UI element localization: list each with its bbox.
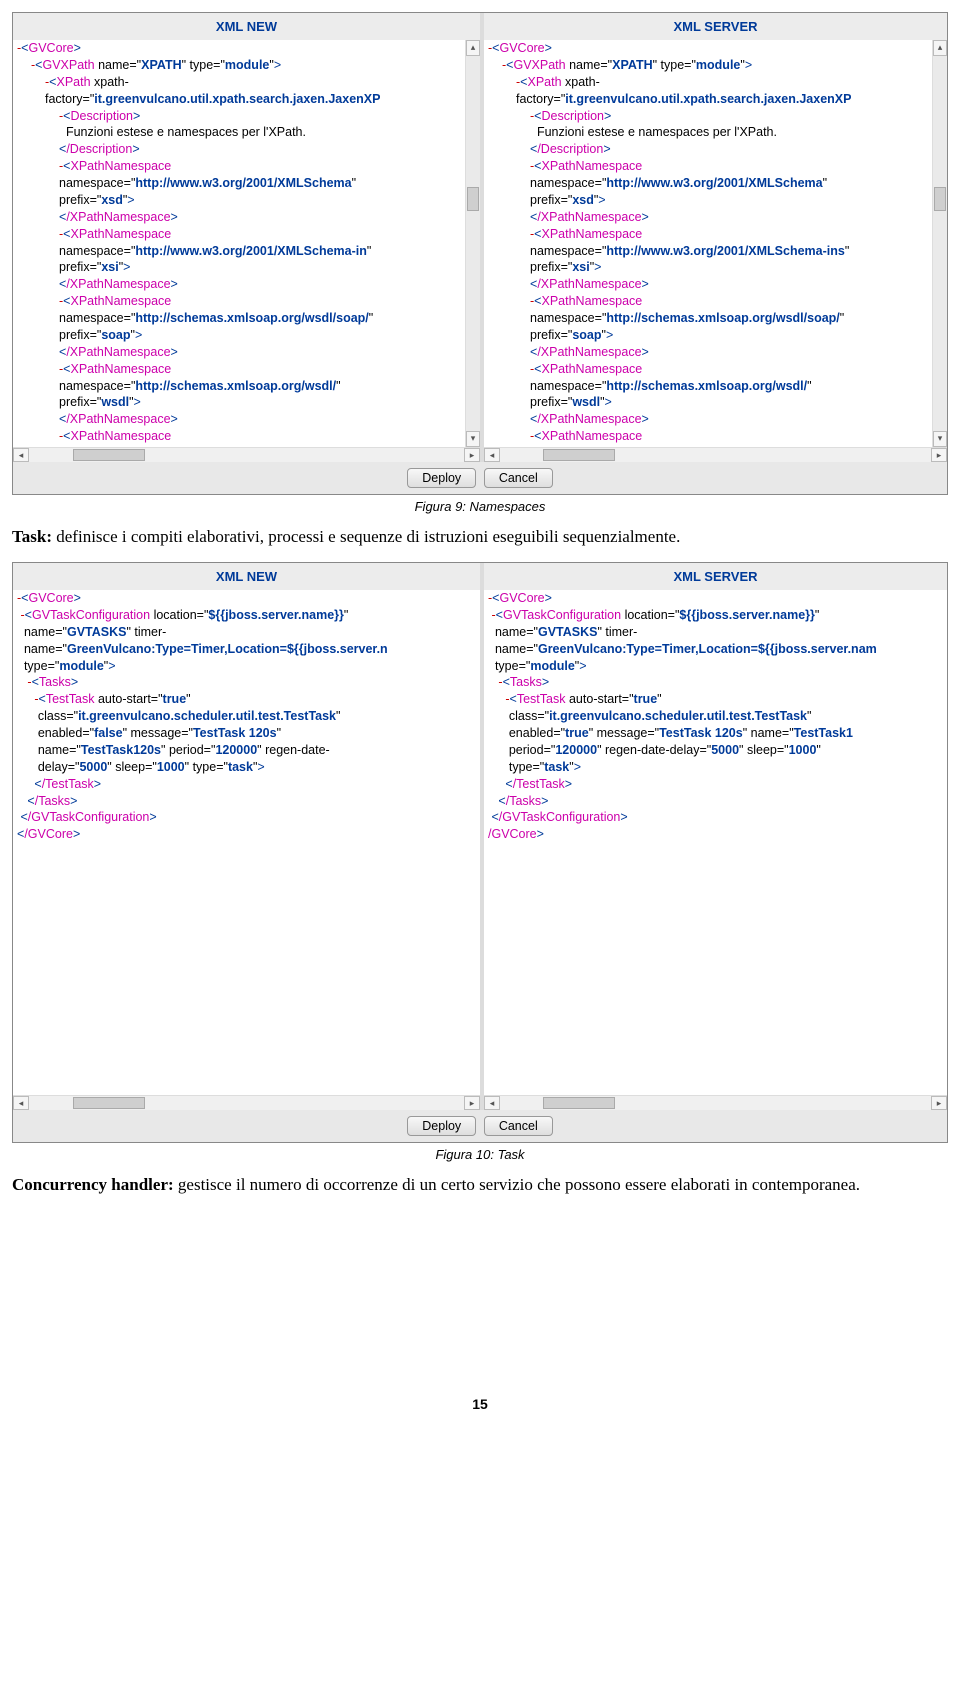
hscroll[interactable]: ◂ ▸ xyxy=(484,1095,947,1110)
col-server: XML SERVER -<GVCore>-<GVXPath name="XPAT… xyxy=(480,13,947,462)
header-server: XML SERVER xyxy=(484,563,947,590)
scroll-thumb[interactable] xyxy=(934,187,946,211)
page-number: 15 xyxy=(12,1396,948,1412)
cancel-button[interactable]: Cancel xyxy=(484,468,553,488)
task-bold: Task: xyxy=(12,527,52,546)
header-new: XML NEW xyxy=(13,13,480,40)
hscroll[interactable]: ◂ ▸ xyxy=(13,1095,480,1110)
col-server: XML SERVER -<GVCore> -<GVTaskConfigurati… xyxy=(480,563,947,1110)
scroll-left-icon[interactable]: ◂ xyxy=(13,1096,29,1110)
scroll-right-icon[interactable]: ▸ xyxy=(931,448,947,462)
cancel-button[interactable]: Cancel xyxy=(484,1116,553,1136)
scroll-up-icon[interactable]: ▴ xyxy=(466,40,480,56)
scroll-right-icon[interactable]: ▸ xyxy=(464,448,480,462)
scroll-right-icon[interactable]: ▸ xyxy=(464,1096,480,1110)
xml-server-2[interactable]: -<GVCore> -<GVTaskConfiguration location… xyxy=(484,590,947,1095)
hscroll-thumb[interactable] xyxy=(73,1097,145,1109)
scroll-down-icon[interactable]: ▾ xyxy=(466,431,480,447)
scroll-left-icon[interactable]: ◂ xyxy=(13,448,29,462)
scroll-thumb[interactable] xyxy=(467,187,479,211)
header-new: XML NEW xyxy=(13,563,480,590)
deploy-button[interactable]: Deploy xyxy=(407,1116,476,1136)
col-new: XML NEW -<GVCore>-<GVXPath name="XPATH" … xyxy=(13,13,480,462)
caption-fig10: Figura 10: Task xyxy=(12,1147,948,1162)
deploy-button[interactable]: Deploy xyxy=(407,468,476,488)
scroll-left-icon[interactable]: ◂ xyxy=(484,1096,500,1110)
col-new: XML NEW -<GVCore> -<GVTaskConfiguration … xyxy=(13,563,480,1110)
para-task: Task: definisce i compiti elaborativi, p… xyxy=(12,526,948,548)
xml-server-1[interactable]: -<GVCore>-<GVXPath name="XPATH" type="mo… xyxy=(484,40,947,447)
button-bar: Deploy Cancel xyxy=(13,462,947,494)
hscroll-thumb[interactable] xyxy=(73,449,145,461)
button-bar: Deploy Cancel xyxy=(13,1110,947,1142)
task-text: definisce i compiti elaborativi, process… xyxy=(52,527,680,546)
xml-new-1[interactable]: -<GVCore>-<GVXPath name="XPATH" type="mo… xyxy=(13,40,480,447)
hscroll-thumb[interactable] xyxy=(543,1097,615,1109)
caption-fig9: Figura 9: Namespaces xyxy=(12,499,948,514)
panel-task: XML NEW -<GVCore> -<GVTaskConfiguration … xyxy=(12,562,948,1143)
panel-namespaces: XML NEW -<GVCore>-<GVXPath name="XPATH" … xyxy=(12,12,948,495)
conc-bold: Concurrency handler: xyxy=(12,1175,174,1194)
hscroll[interactable]: ◂ ▸ xyxy=(484,447,947,462)
vscroll[interactable]: ▴ ▾ xyxy=(932,40,947,447)
hscroll-thumb[interactable] xyxy=(543,449,615,461)
hscroll[interactable]: ◂ ▸ xyxy=(13,447,480,462)
vscroll[interactable]: ▴ ▾ xyxy=(465,40,480,447)
header-server: XML SERVER xyxy=(484,13,947,40)
xml-new-2[interactable]: -<GVCore> -<GVTaskConfiguration location… xyxy=(13,590,480,1095)
scroll-right-icon[interactable]: ▸ xyxy=(931,1096,947,1110)
para-concurrency: Concurrency handler: gestisce il numero … xyxy=(12,1174,948,1196)
scroll-left-icon[interactable]: ◂ xyxy=(484,448,500,462)
scroll-up-icon[interactable]: ▴ xyxy=(933,40,947,56)
scroll-down-icon[interactable]: ▾ xyxy=(933,431,947,447)
conc-text: gestisce il numero di occorrenze di un c… xyxy=(174,1175,860,1194)
